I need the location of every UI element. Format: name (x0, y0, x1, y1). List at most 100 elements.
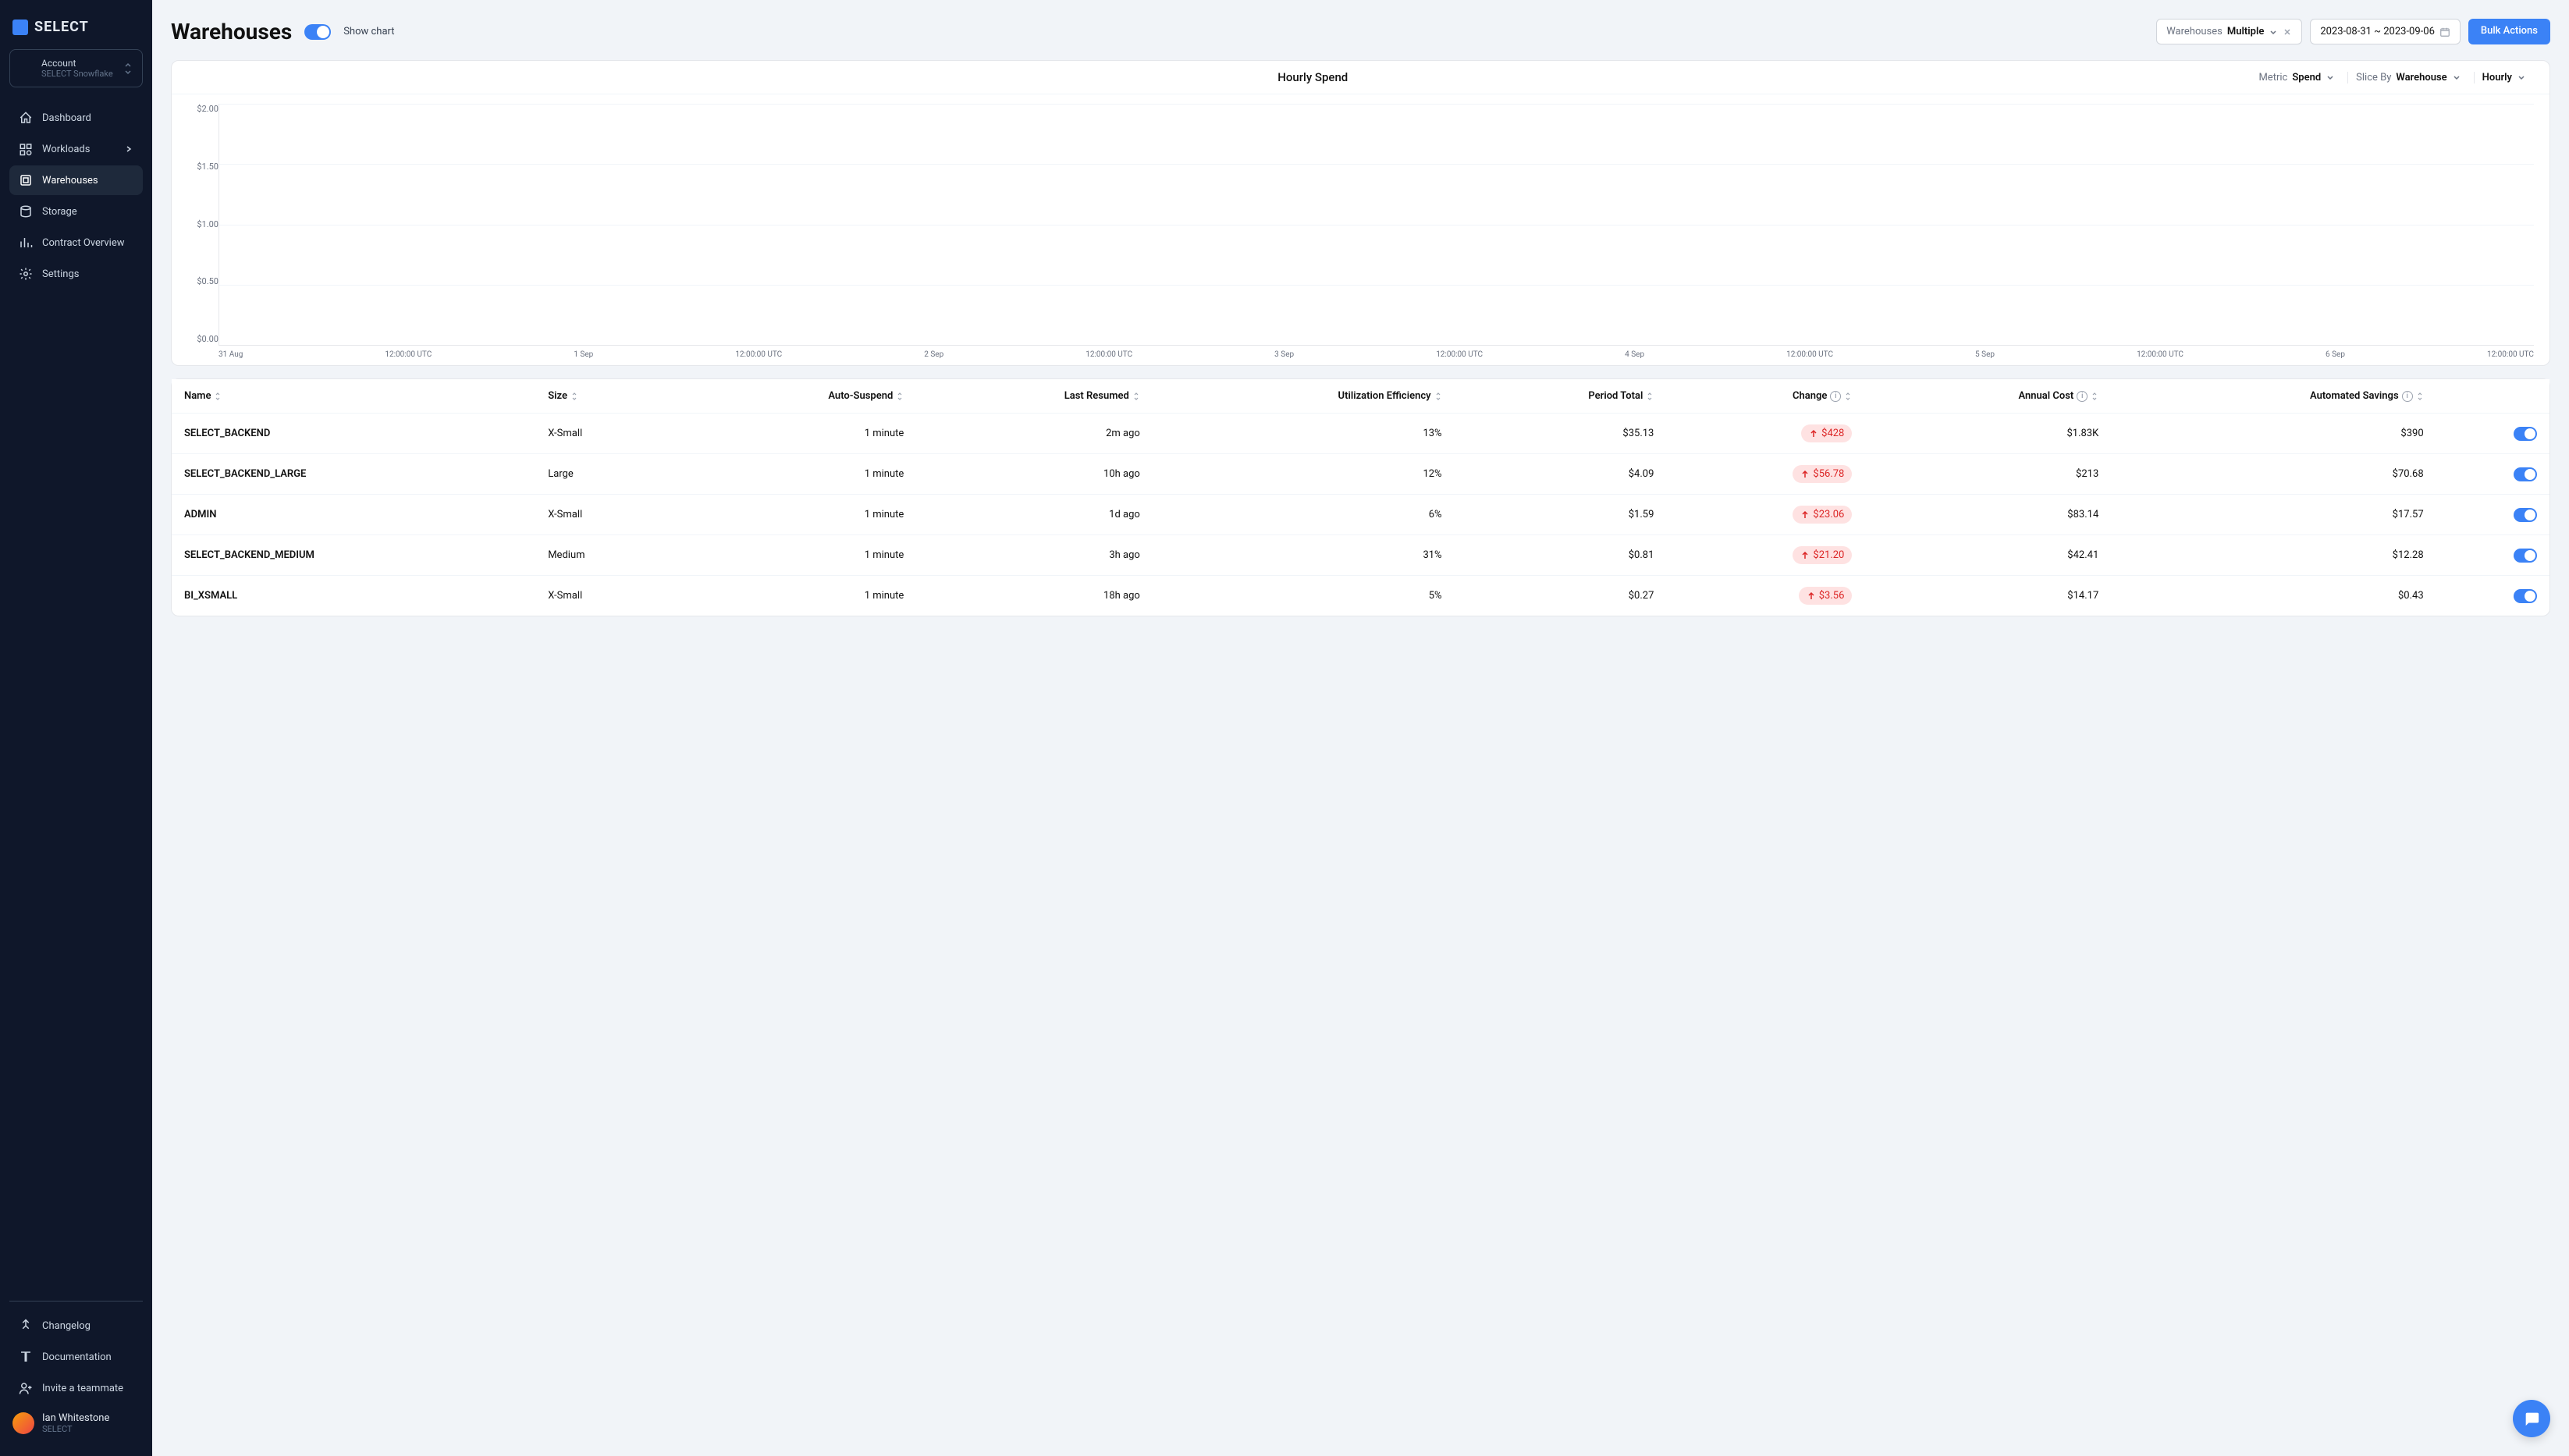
user-org: SELECT (42, 1424, 109, 1434)
row-toggle[interactable] (2514, 589, 2537, 603)
table-row[interactable]: SELECT_BACKEND X-Small 1 minute 2m ago 1… (172, 414, 2549, 454)
table-row[interactable]: ADMIN X-Small 1 minute 1d ago 6% $1.59 $… (172, 495, 2549, 535)
user-profile[interactable]: Ian Whitestone SELECT (9, 1405, 143, 1442)
sort-icon (2091, 392, 2098, 401)
arrow-up-icon (1800, 470, 1810, 479)
x-tick: 12:00:00 UTC (1436, 350, 1483, 359)
cell-auto-suspend: 1 minute (680, 454, 916, 495)
cell-auto-suspend: 1 minute (680, 535, 916, 576)
sidebar-item-contract-overview[interactable]: Contract Overview (9, 228, 143, 257)
slice-by-selector[interactable]: Slice By Warehouse (2347, 72, 2469, 83)
page-header: Warehouses Show chart Warehouses Multipl… (171, 19, 2550, 44)
settings-icon (19, 267, 33, 281)
user-name: Ian Whitestone (42, 1412, 109, 1424)
cell-size: Medium (535, 535, 680, 576)
logo[interactable]: SELECT (9, 14, 143, 49)
bulk-actions-button[interactable]: Bulk Actions (2468, 19, 2550, 44)
table-row[interactable]: SELECT_BACKEND_MEDIUM Medium 1 minute 3h… (172, 535, 2549, 576)
row-toggle[interactable] (2514, 508, 2537, 522)
chart-body: $2.00$1.50$1.00$0.50$0.00 31 Aug12:00:00… (172, 94, 2549, 365)
cell-last-resumed: 18h ago (916, 576, 1153, 616)
col-header-utilization-efficiency[interactable]: Utilization Efficiency (1153, 379, 1455, 414)
info-icon: i (1830, 391, 1841, 402)
sidebar-item-warehouses[interactable]: Warehouses (9, 165, 143, 195)
cell-change: $23.06 (1666, 495, 1864, 535)
col-header-auto-suspend[interactable]: Auto-Suspend (680, 379, 916, 414)
sort-icon (570, 392, 578, 401)
logo-icon (12, 20, 28, 35)
cell-last-resumed: 2m ago (916, 414, 1153, 454)
cell-annual-cost: $83.14 (1864, 495, 2111, 535)
cell-period-total: $4.09 (1455, 454, 1667, 495)
chart-title: Hourly Spend (375, 70, 2251, 84)
bottom-nav-documentation[interactable]: Documentation (9, 1342, 143, 1372)
col-header-name[interactable]: Name (172, 379, 535, 414)
interval-selector[interactable]: Hourly (2474, 72, 2534, 83)
chart-card: Hourly Spend Metric Spend Slice By Wareh… (171, 60, 2550, 366)
warehouse-filter[interactable]: Warehouses Multiple (2156, 19, 2302, 44)
cell-name: ADMIN (172, 495, 535, 535)
chevron-down-icon (2269, 27, 2278, 37)
cell-size: X-Small (535, 576, 680, 616)
cell-last-resumed: 3h ago (916, 535, 1153, 576)
table-row[interactable]: BI_XSMALL X-Small 1 minute 18h ago 5% $0… (172, 576, 2549, 616)
row-toggle[interactable] (2514, 549, 2537, 563)
col-header-change[interactable]: Changei (1666, 379, 1864, 414)
sort-icon (1844, 392, 1852, 401)
x-tick: 1 Sep (574, 350, 593, 359)
clear-icon[interactable] (2283, 27, 2292, 37)
sidebar-item-workloads[interactable]: Workloads (9, 134, 143, 164)
col-header-period-total[interactable]: Period Total (1455, 379, 1667, 414)
x-tick: 12:00:00 UTC (735, 350, 782, 359)
x-tick: 4 Sep (1625, 350, 1644, 359)
cell-change: $428 (1666, 414, 1864, 454)
arrow-up-icon (1800, 510, 1810, 520)
row-toggle[interactable] (2514, 427, 2537, 441)
x-tick: 12:00:00 UTC (1086, 350, 1132, 359)
sidebar: SELECT Account SELECT Snowflake Dashboar… (0, 0, 152, 1456)
bottom-nav-invite-a-teammate[interactable]: Invite a teammate (9, 1373, 143, 1403)
arrow-up-icon (1800, 551, 1810, 560)
avatar (12, 1412, 34, 1434)
y-tick: $1.50 (187, 162, 219, 172)
col-header-annual-cost[interactable]: Annual Costi (1864, 379, 2111, 414)
dashboard-icon (19, 111, 33, 125)
x-tick: 3 Sep (1274, 350, 1294, 359)
col-header-last-resumed[interactable]: Last Resumed (916, 379, 1153, 414)
main: Warehouses Show chart Warehouses Multipl… (152, 0, 2569, 1456)
info-icon: i (2077, 391, 2088, 402)
contract-overview-icon (19, 236, 33, 250)
date-range-picker[interactable]: 2023-08-31 ~ 2023-09-06 (2310, 19, 2461, 44)
row-toggle[interactable] (2514, 467, 2537, 481)
warehouse-table: NameSizeAuto-SuspendLast ResumedUtilizat… (172, 379, 2549, 616)
cell-name: BI_XSMALL (172, 576, 535, 616)
sort-icon (896, 392, 904, 401)
bottom-nav-changelog[interactable]: Changelog (9, 1311, 143, 1341)
table-row[interactable]: SELECT_BACKEND_LARGE Large 1 minute 10h … (172, 454, 2549, 495)
cell-auto-suspend: 1 minute (680, 495, 916, 535)
cell-annual-cost: $1.83K (1864, 414, 2111, 454)
cell-change: $21.20 (1666, 535, 1864, 576)
info-icon: i (2402, 391, 2413, 402)
x-tick: 31 Aug (219, 350, 243, 359)
chevron-right-icon (124, 144, 133, 154)
cell-savings: $70.68 (2111, 454, 2436, 495)
metric-selector[interactable]: Metric Spend (2251, 72, 2343, 83)
col-header-automated-savings[interactable]: Automated Savingsi (2111, 379, 2436, 414)
sort-icon (2416, 392, 2424, 401)
col-header-size[interactable]: Size (535, 379, 680, 414)
sidebar-item-storage[interactable]: Storage (9, 197, 143, 226)
x-tick: 12:00:00 UTC (2137, 350, 2183, 359)
cell-name: SELECT_BACKEND_MEDIUM (172, 535, 535, 576)
chevron-updown-icon (123, 62, 133, 75)
cell-utilization: 6% (1153, 495, 1455, 535)
sidebar-item-settings[interactable]: Settings (9, 259, 143, 289)
sidebar-item-dashboard[interactable]: Dashboard (9, 103, 143, 133)
sort-icon (1646, 392, 1654, 401)
cell-savings: $12.28 (2111, 535, 2436, 576)
account-selector[interactable]: Account SELECT Snowflake (9, 49, 143, 87)
y-tick: $0.50 (187, 276, 219, 286)
show-chart-toggle[interactable] (304, 24, 331, 40)
chat-fab[interactable] (2513, 1400, 2550, 1437)
cell-annual-cost: $42.41 (1864, 535, 2111, 576)
